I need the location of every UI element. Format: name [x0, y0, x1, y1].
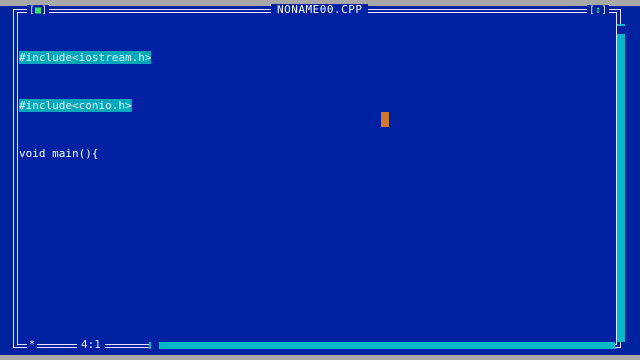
close-button[interactable]: [■] — [27, 5, 50, 17]
close-box-right: ] — [41, 5, 48, 16]
code-line[interactable]: void main(){ — [19, 146, 151, 162]
text-cursor — [381, 112, 389, 127]
window-title: NONAME00.CPP — [271, 4, 369, 16]
vertical-scrollbar[interactable] — [617, 24, 625, 342]
modified-indicator: * — [27, 339, 38, 351]
vertical-scroll-thumb[interactable] — [617, 26, 625, 34]
editor-window[interactable]: [■] NONAME00.CPP [↕] #include<iostream.h… — [13, 4, 625, 355]
code-text: void main(){ — [19, 147, 99, 160]
selected-text: #include<iostream.h> — [19, 51, 152, 64]
turbo-cpp-screen: [■] NONAME00.CPP [↕] #include<iostream.h… — [0, 0, 640, 360]
cursor-position: 4:1 — [77, 339, 105, 351]
zoom-box-right: ] — [601, 5, 608, 16]
horizontal-scroll-thumb[interactable] — [151, 342, 159, 349]
code-line[interactable]: #include<iostream.h> — [19, 50, 152, 66]
code-area[interactable]: #include<iostream.h> #include<conio.h> v… — [19, 18, 152, 194]
selected-text: #include<conio.h> — [19, 99, 132, 112]
status-bar[interactable] — [0, 355, 640, 360]
code-line[interactable]: #include<conio.h> — [19, 98, 151, 114]
horizontal-scrollbar[interactable] — [149, 342, 615, 349]
zoom-button[interactable]: [↕] — [587, 5, 610, 17]
